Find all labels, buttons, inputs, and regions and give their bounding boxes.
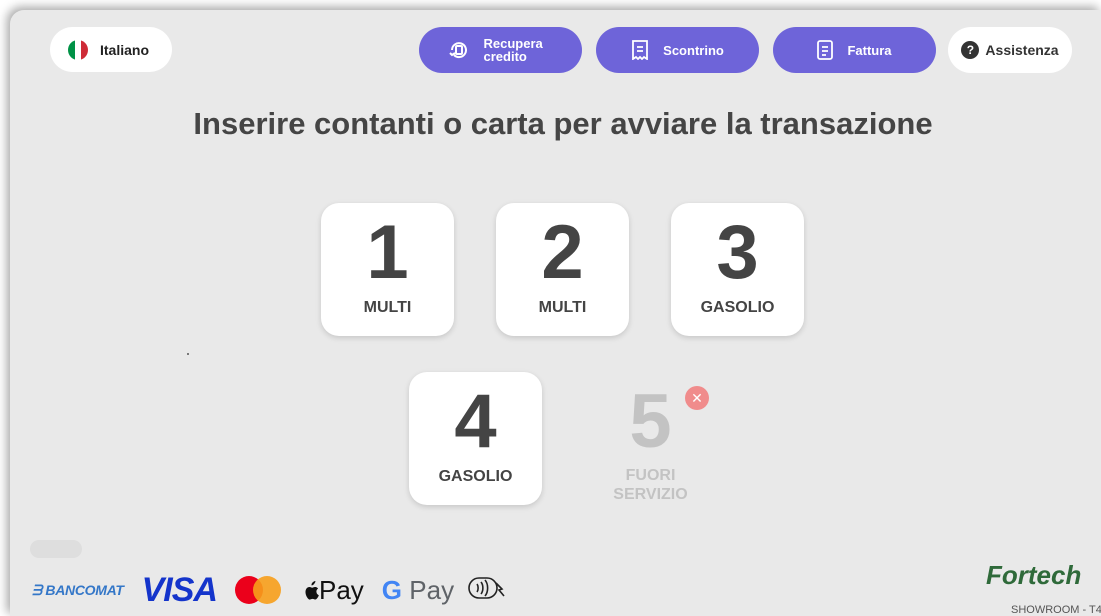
decorative-dot: [187, 353, 189, 355]
google-pay-logo: G Pay: [381, 574, 455, 605]
hidden-button: [30, 540, 82, 558]
apple-pay-logo: Pay: [303, 575, 364, 606]
question-icon: ?: [961, 41, 980, 59]
pump-fuel: GASOLIO: [438, 468, 513, 485]
pump-4[interactable]: 4 GASOLIO: [409, 372, 542, 505]
invoice-icon: [817, 40, 834, 60]
pump-2[interactable]: 2 MULTI: [496, 203, 629, 336]
pump-number: 5: [629, 379, 672, 464]
language-label: Italiano: [100, 41, 150, 58]
payment-methods: ᗱ BANCOMAT VISA Pay G Pay: [32, 570, 510, 610]
page-title: Inserire contanti o carta per avviare la…: [193, 106, 933, 141]
pump-fuel: MULTI: [538, 299, 587, 316]
language-button[interactable]: Italiano: [50, 27, 172, 72]
help-button[interactable]: ? Assistenza: [948, 27, 1072, 73]
recover-credit-button[interactable]: Recupera credito: [419, 27, 582, 73]
mastercard-logo: [234, 576, 281, 604]
contactless-icon: [468, 575, 510, 606]
pump-fuel: MULTI: [363, 299, 412, 316]
pump-number: 1: [366, 210, 409, 295]
pump-1[interactable]: 1 MULTI: [321, 203, 454, 336]
brand-logo: Fortech: [986, 560, 1082, 590]
recover-credit-label: Recupera credito: [483, 36, 543, 64]
pump-number: 3: [716, 210, 759, 295]
pump-3[interactable]: 3 GASOLIO: [671, 203, 804, 336]
receipt-icon: [631, 40, 649, 60]
location-label: SHOWROOM - T4: [1011, 604, 1101, 616]
invoice-label: Fattura: [847, 42, 892, 58]
pump-fuel: GASOLIO: [700, 299, 775, 316]
italy-flag-icon: [68, 39, 88, 60]
receipt-button[interactable]: Scontrino: [596, 27, 759, 73]
visa-logo: VISA: [141, 570, 218, 609]
credit-recovery-icon: [448, 39, 470, 61]
receipt-label: Scontrino: [663, 42, 724, 58]
help-label: Assistenza: [985, 42, 1059, 58]
pump-number: 4: [454, 379, 497, 464]
pump-number: 2: [541, 210, 584, 295]
kiosk-screen: Italiano Recupera credito Scontrino Fatt…: [10, 10, 1101, 616]
out-of-service-icon: ✕: [685, 386, 709, 410]
invoice-button[interactable]: Fattura: [773, 27, 936, 73]
bancomat-logo: ᗱ BANCOMAT: [32, 581, 124, 598]
pump-status: FUORI SERVIZIO: [613, 467, 688, 503]
